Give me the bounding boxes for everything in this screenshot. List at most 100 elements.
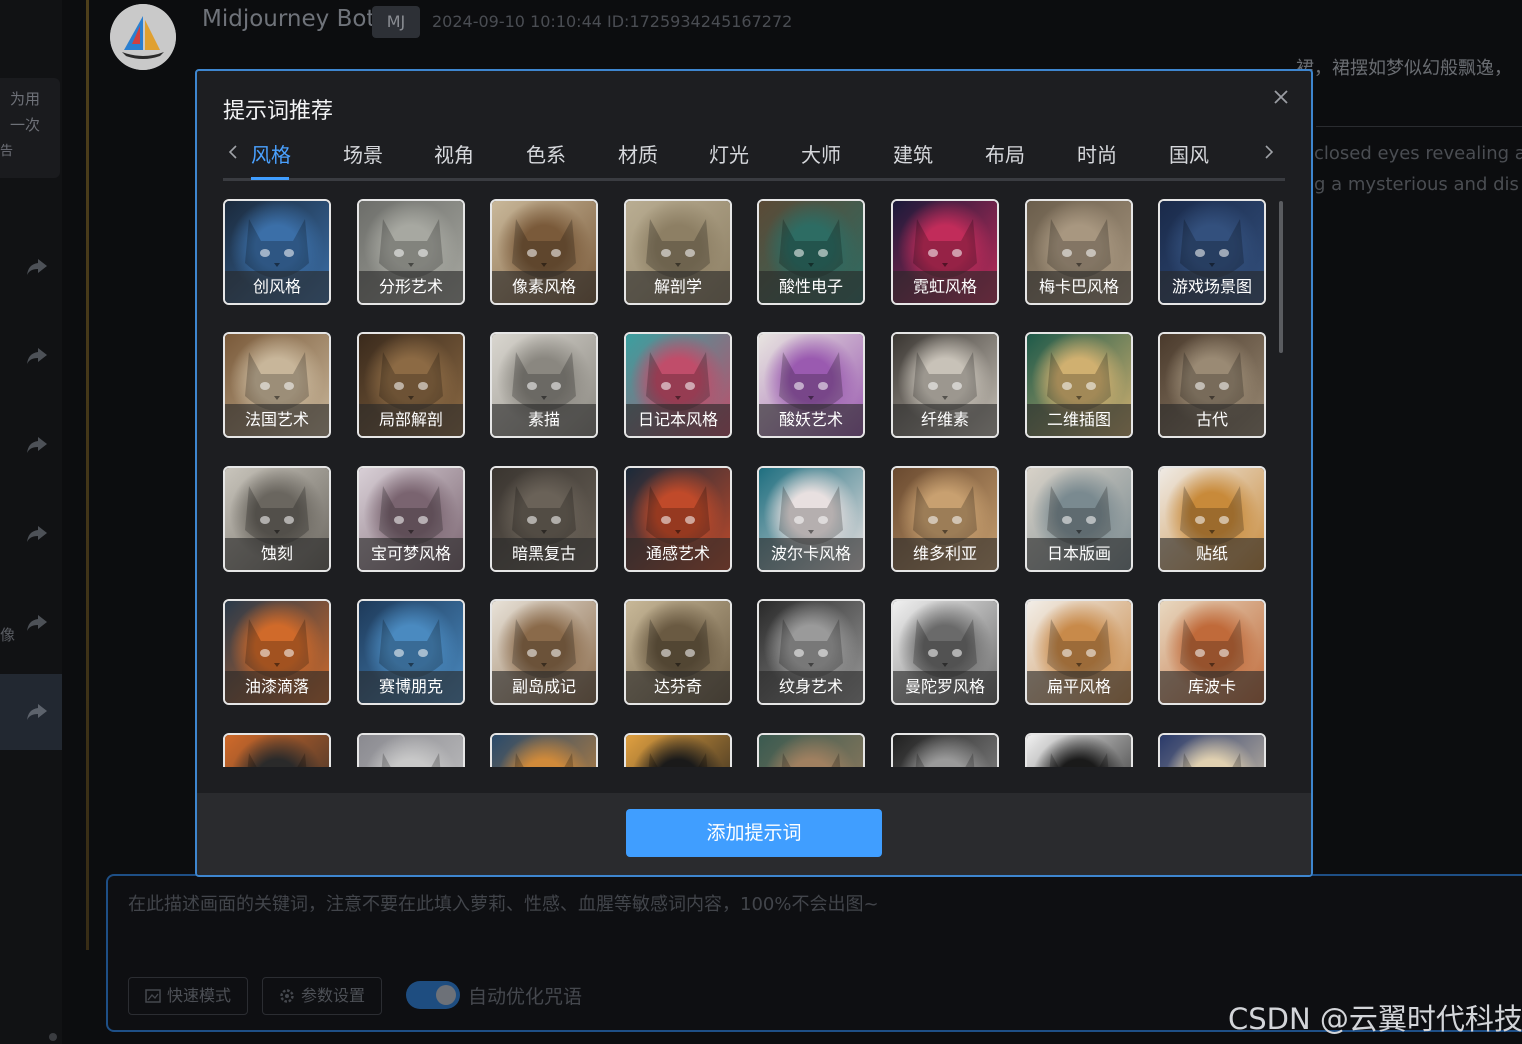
share-icon[interactable] <box>26 703 48 721</box>
prompt-card-label: 宝可梦风格 <box>359 538 463 570</box>
chevron-left-icon[interactable] <box>225 141 241 163</box>
tab-color[interactable]: 色系 <box>526 139 566 168</box>
dialog-title: 提示词推荐 <box>223 99 334 124</box>
prompt-card[interactable]: 副岛成记 <box>490 599 598 705</box>
status-dot <box>49 1033 57 1041</box>
tab-architecture[interactable]: 建筑 <box>893 139 933 168</box>
prompt-card[interactable]: 霓虹风格 <box>891 199 999 305</box>
prompt-card[interactable]: 酸性电子 <box>757 199 865 305</box>
tab-scene[interactable]: 场景 <box>343 139 383 168</box>
chevron-right-icon[interactable] <box>1261 141 1277 163</box>
prompt-card-label: 局部解剖 <box>359 404 463 436</box>
left-sidebar: 为用 一次 告 像 <box>0 0 62 1044</box>
tab-lighting[interactable]: 灯光 <box>709 139 749 168</box>
prompt-card[interactable]: 宝可梦风格 <box>357 466 465 572</box>
prompt-card[interactable]: 油漆滴落 <box>223 599 331 705</box>
prompt-card[interactable]: 赛博朋克 <box>357 599 465 705</box>
prompt-card[interactable] <box>223 733 331 767</box>
cat-thumbnail <box>759 735 863 767</box>
prompt-card[interactable] <box>624 733 732 767</box>
prompt-card[interactable]: 梅卡巴风格 <box>1025 199 1133 305</box>
prompt-card[interactable]: 维多利亚 <box>891 466 999 572</box>
prompt-input-placeholder[interactable]: 在此描述画面的关键词，注意不要在此填入萝莉、性感、血腥等敏感词内容，100%不会… <box>128 890 879 916</box>
prompt-card[interactable]: 游戏场景图 <box>1158 199 1266 305</box>
auto-optimize-toggle[interactable] <box>406 981 460 1009</box>
prompt-card[interactable]: 二维插图 <box>1025 332 1133 438</box>
prompt-card[interactable]: 纹身艺术 <box>757 599 865 705</box>
prompt-card[interactable]: 像素风格 <box>490 199 598 305</box>
prompt-recommend-dialog: 提示词推荐 风格 场景 视角 色系 材质 灯光 大师 建筑 布局 时尚 国风 创… <box>195 69 1313 877</box>
prompt-card-label: 日记本风格 <box>626 404 730 436</box>
param-settings-button[interactable]: 参数设置 <box>262 977 382 1015</box>
prompt-card[interactable]: 创风格 <box>223 199 331 305</box>
prompt-card[interactable]: 库波卡 <box>1158 599 1266 705</box>
tab-angle[interactable]: 视角 <box>434 139 474 168</box>
sidebar-side-label: 像 <box>0 626 16 644</box>
gear-icon <box>280 989 294 1003</box>
share-icon[interactable] <box>26 614 48 632</box>
prompt-card[interactable] <box>357 733 465 767</box>
scrollbar-thumb[interactable] <box>1279 201 1283 353</box>
tab-style[interactable]: 风格 <box>251 139 291 168</box>
timeline-line <box>86 0 89 950</box>
add-prompt-button[interactable]: 添加提示词 <box>626 809 882 857</box>
cat-thumbnail <box>893 735 997 767</box>
prompt-card[interactable]: 通感艺术 <box>624 466 732 572</box>
share-icon[interactable] <box>26 347 48 365</box>
bot-avatar <box>110 4 176 70</box>
prompt-card-label: 维多利亚 <box>893 538 997 570</box>
sidebar-card-line-3: 告 <box>0 144 14 159</box>
tab-chinese-style[interactable]: 国风 <box>1169 139 1209 168</box>
prompt-card-label: 油漆滴落 <box>225 671 329 703</box>
prompt-card-label: 酸性电子 <box>759 271 863 303</box>
prompt-card[interactable]: 素描 <box>490 332 598 438</box>
share-icon[interactable] <box>26 436 48 454</box>
image-icon <box>145 989 161 1003</box>
prompt-card[interactable]: 纤维素 <box>891 332 999 438</box>
prompt-card[interactable] <box>891 733 999 767</box>
prompt-card[interactable] <box>1025 733 1133 767</box>
message-text-line: 裙，裙摆如梦似幻般飘逸， <box>1296 58 1512 79</box>
sidebar-history-card[interactable]: 为用 一次 告 <box>0 78 60 178</box>
prompt-card[interactable]: 暗黑复古 <box>490 466 598 572</box>
prompt-card[interactable]: 分形艺术 <box>357 199 465 305</box>
prompt-card-label: 霓虹风格 <box>893 271 997 303</box>
prompt-card[interactable]: 曼陀罗风格 <box>891 599 999 705</box>
tab-master[interactable]: 大师 <box>801 139 841 168</box>
tab-material[interactable]: 材质 <box>618 139 658 168</box>
prompt-card[interactable]: 达芬奇 <box>624 599 732 705</box>
close-icon[interactable] <box>1271 87 1291 107</box>
prompt-card[interactable]: 局部解剖 <box>357 332 465 438</box>
message-text-line: closed eyes revealing a <box>1314 143 1522 164</box>
prompt-card[interactable] <box>1158 733 1266 767</box>
prompt-card[interactable]: 法国艺术 <box>223 332 331 438</box>
prompt-card[interactable]: 贴纸 <box>1158 466 1266 572</box>
prompt-card[interactable]: 古代 <box>1158 332 1266 438</box>
sidebar-card-line-2: 一次 <box>10 116 41 134</box>
prompt-card[interactable]: 蚀刻 <box>223 466 331 572</box>
prompt-card-label: 像素风格 <box>492 271 596 303</box>
sailboat-logo-icon <box>110 4 176 70</box>
prompt-card-label: 暗黑复古 <box>492 538 596 570</box>
prompt-card-label: 达芬奇 <box>626 671 730 703</box>
prompt-card-label: 法国艺术 <box>225 404 329 436</box>
prompt-card-label: 二维插图 <box>1027 404 1131 436</box>
share-icon[interactable] <box>26 258 48 276</box>
prompt-card[interactable] <box>757 733 865 767</box>
prompt-card[interactable]: 解剖学 <box>624 199 732 305</box>
prompt-card-label: 纹身艺术 <box>759 671 863 703</box>
prompt-card[interactable]: 扁平风格 <box>1025 599 1133 705</box>
prompt-card[interactable] <box>490 733 598 767</box>
message-text-line: g a mysterious and dis <box>1314 174 1519 195</box>
share-icon[interactable] <box>26 525 48 543</box>
prompt-card[interactable]: 日本版画 <box>1025 466 1133 572</box>
prompt-card[interactable]: 酸妖艺术 <box>757 332 865 438</box>
tab-layout[interactable]: 布局 <box>985 139 1025 168</box>
mj-badge: MJ <box>372 6 420 38</box>
prompt-card[interactable]: 日记本风格 <box>624 332 732 438</box>
cat-thumbnail <box>626 735 730 767</box>
prompt-card-label: 通感艺术 <box>626 538 730 570</box>
prompt-card[interactable]: 波尔卡风格 <box>757 466 865 572</box>
tab-fashion[interactable]: 时尚 <box>1077 139 1117 168</box>
fast-mode-button[interactable]: 快速模式 <box>128 977 248 1015</box>
